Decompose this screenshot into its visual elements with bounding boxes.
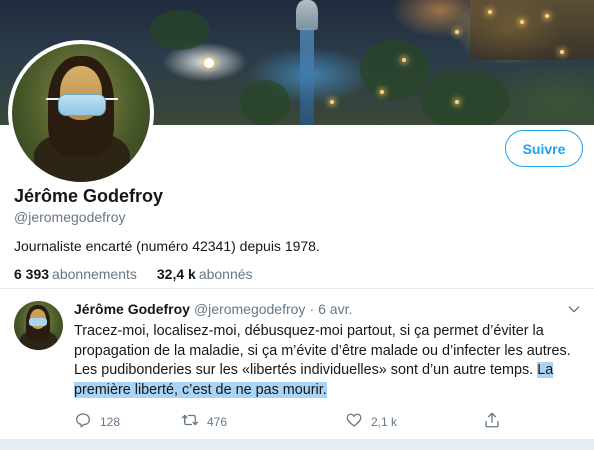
reply-count: 128 [100,414,121,429]
tweet-author-name[interactable]: Jérôme Godefroy [74,301,190,317]
following-link[interactable]: 6 393 abonnements [14,266,137,282]
followers-count: 32,4 k [156,266,196,282]
banner-light [330,100,334,104]
following-count: 6 393 [14,266,50,282]
tweet-header: Jérôme Godefroy @jeromegodefroy · 6 avr. [74,301,352,317]
profile-name: Jérôme Godefroy [14,186,164,206]
tweet-avatar[interactable] [14,301,63,350]
tweet-separator: · [309,301,315,317]
reply-icon [74,411,92,432]
tweet-text: Tracez-moi, localisez-moi, débusquez-moi… [74,322,584,400]
tweet-text-plain: Tracez-moi, localisez-moi, débusquez-moi… [74,323,571,378]
avatar-face-mask [58,94,106,116]
profile-handle: @jeromegodefroy [14,209,126,225]
heart-icon [345,411,363,432]
banner-light [455,30,459,34]
banner-light [520,20,524,24]
like-button[interactable]: 2,1 k [345,411,397,432]
banner-light [545,14,549,18]
banner-tree [420,70,510,125]
reply-button[interactable]: 128 [74,411,120,432]
following-label: abonnements [52,266,137,282]
profile-avatar[interactable] [8,40,154,186]
tweet[interactable]: Jérôme Godefroy @jeromegodefroy · 6 avr.… [0,289,594,439]
timeline-gap [0,439,594,450]
banner-light [488,10,492,14]
share-icon [483,411,501,432]
banner-statue [296,0,318,30]
followers-label: abonnés [198,266,253,282]
like-count: 2,1 k [371,414,398,429]
chevron-down-icon[interactable] [566,301,582,317]
banner-light [380,90,384,94]
banner-light [455,100,459,104]
banner-tree [240,80,290,125]
banner-light [402,58,406,62]
profile-stats: 6 393 abonnements 32,4 k abonnés [14,266,253,282]
tweet-date[interactable]: 6 avr. [318,301,352,317]
retweet-icon [181,411,199,432]
share-button[interactable] [483,411,501,432]
retweet-button[interactable]: 476 [181,411,227,432]
banner-column [300,28,314,125]
tweet-author-handle[interactable]: @jeromegodefroy [194,301,306,317]
follow-button[interactable]: Suivre [505,130,583,167]
profile-bio: Journaliste encarté (numéro 42341) depui… [14,238,320,254]
tweet-avatar-mask [29,318,47,326]
banner-light [204,58,214,68]
tweet-actions: 128 476 2,1 k [74,411,504,431]
avatar-image [12,44,150,182]
banner-tree [360,40,430,100]
retweet-count: 476 [207,414,228,429]
banner-light [560,50,564,54]
avatar-mask-strap [104,98,118,100]
followers-link[interactable]: 32,4 k abonnés [157,266,253,282]
banner-tree [150,10,210,50]
banner-building [470,0,594,60]
